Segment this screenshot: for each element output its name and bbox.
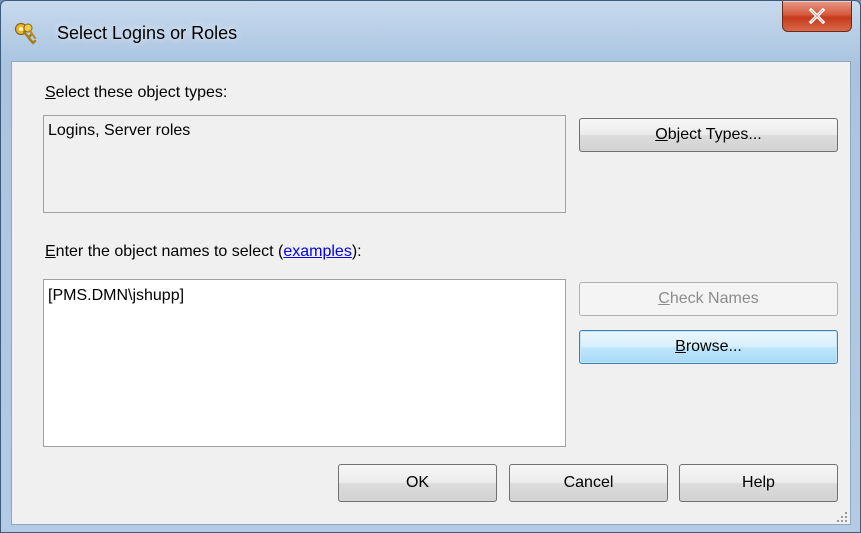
help-button[interactable]: Help [679,464,838,502]
resize-grip-icon[interactable] [836,510,848,522]
object-types-label: Select these object types: [45,84,228,101]
ok-button[interactable]: OK [338,464,497,502]
object-types-button-label: Object Types... [655,126,762,143]
keys-icon [13,21,39,47]
check-names-button-label: Check Names [658,290,759,307]
browse-button-label: Browse... [675,338,742,355]
dialog-client-area: Select these object types: Logins, Serve… [11,61,851,525]
dialog-window: Select Logins or Roles Select these obje… [0,0,861,533]
examples-link[interactable]: examples [283,243,351,260]
object-types-value: Logins, Server roles [48,122,191,139]
object-types-button[interactable]: Object Types... [579,118,838,152]
check-names-button[interactable]: Check Names [579,282,838,316]
close-icon [808,8,826,24]
title-bar[interactable]: Select Logins or Roles [1,1,860,61]
close-button[interactable] [782,1,852,32]
window-title: Select Logins or Roles [57,23,238,43]
cancel-button-label: Cancel [563,474,614,491]
object-names-value: [PMS.DMN\jshupp] [48,287,185,304]
cancel-button[interactable]: Cancel [509,464,668,502]
object-names-input[interactable]: [PMS.DMN\jshupp] [43,279,566,447]
ok-button-label: OK [405,474,430,491]
browse-button[interactable]: Browse... [579,330,838,364]
help-button-label: Help [742,474,775,491]
object-names-label: Enter the object names to select (exampl… [45,243,362,260]
object-types-field: Logins, Server roles [43,115,566,213]
